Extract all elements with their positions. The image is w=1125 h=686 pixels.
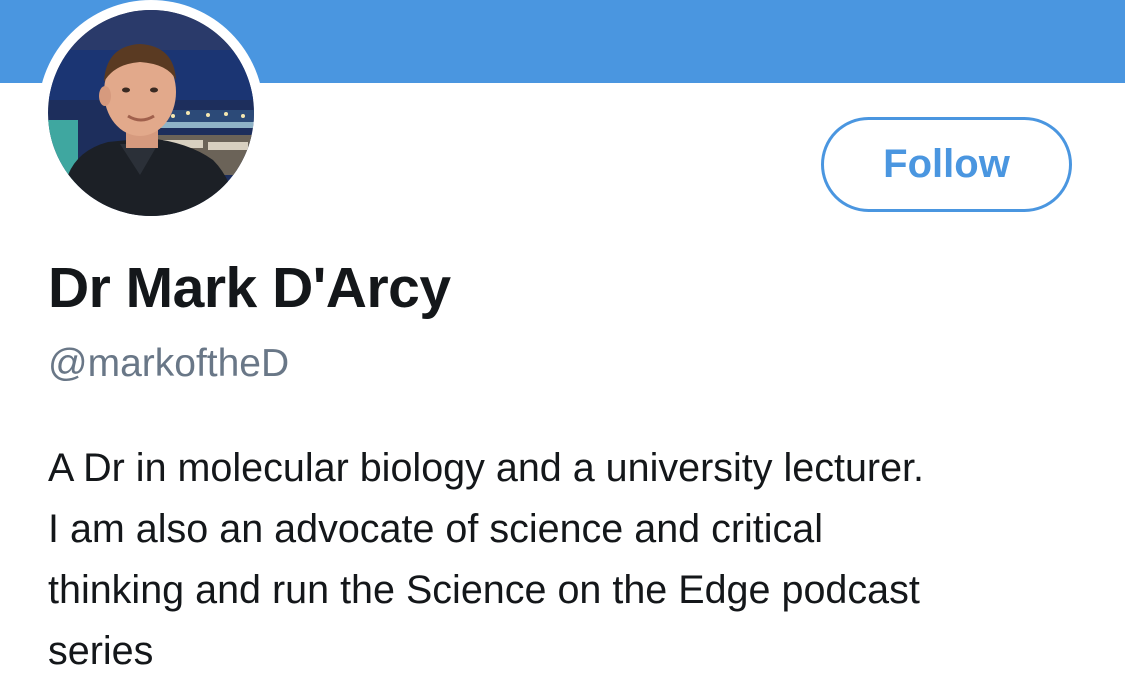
bio-line: series	[48, 629, 154, 673]
bio-line: thinking and run the Science on the Edge…	[48, 568, 920, 612]
avatar[interactable]	[48, 10, 254, 216]
profile-bio: A Dr in molecular biology and a universi…	[48, 438, 1108, 682]
profile-header: Follow Dr Mark D'Arcy @markoftheD A Dr i…	[0, 0, 1125, 686]
avatar-ring	[38, 0, 264, 226]
display-name: Dr Mark D'Arcy	[48, 256, 451, 320]
user-handle[interactable]: @markoftheD	[48, 342, 289, 386]
follow-button[interactable]: Follow	[821, 117, 1072, 212]
bio-line: A Dr in molecular biology and a universi…	[48, 446, 925, 490]
avatar-photo	[48, 10, 254, 216]
bio-line: I am also an advocate of science and cri…	[48, 507, 824, 551]
